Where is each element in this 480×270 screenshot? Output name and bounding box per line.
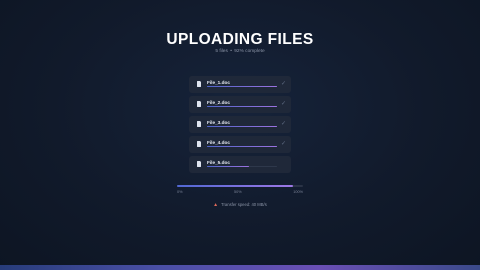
rocket-icon: ▲	[213, 202, 219, 208]
file-name: File_2.doc	[207, 99, 230, 105]
file-name: File_1.doc	[207, 79, 230, 85]
file-card[interactable]: File_5.doc	[189, 156, 291, 173]
file-card[interactable]: File_4.doc ✓	[189, 136, 291, 153]
transfer-speed-text: Transfer speed: 40 MB/s	[221, 202, 267, 207]
file-progress-track	[207, 106, 277, 108]
complete-percent: 92% complete	[234, 49, 265, 54]
file-name: File_3.doc	[207, 119, 230, 125]
document-icon	[197, 161, 201, 167]
check-icon: ✓	[280, 101, 286, 107]
document-icon	[197, 81, 201, 87]
file-progress-fill	[207, 86, 277, 88]
file-list: File_1.doc ✓ File_2.doc ✓ File_3.doc ✓ F…	[189, 76, 291, 176]
file-progress-track	[207, 126, 277, 128]
tick-label-mid: 50%	[234, 190, 242, 194]
document-icon	[197, 101, 201, 107]
upload-summary: 5 files • 92% complete	[0, 49, 480, 54]
file-progress-track	[207, 86, 277, 88]
file-card[interactable]: File_3.doc ✓	[189, 116, 291, 133]
transfer-speed: ▲ Transfer speed: 40 MB/s	[0, 202, 480, 208]
file-progress-fill	[207, 126, 277, 128]
overall-progress-track	[177, 185, 303, 187]
bottom-accent-bar	[0, 265, 480, 270]
tick-label-end: 100%	[293, 190, 303, 194]
file-progress-fill	[207, 166, 249, 168]
file-progress-fill	[207, 106, 277, 108]
file-name: File_4.doc	[207, 139, 230, 145]
overall-progress-fill	[177, 185, 293, 187]
file-progress-track	[207, 146, 277, 148]
document-icon	[197, 121, 201, 127]
check-icon: ✓	[280, 121, 286, 127]
file-progress-fill	[207, 146, 277, 148]
file-progress-track	[207, 166, 277, 168]
document-icon	[197, 141, 201, 147]
separator-dot: •	[230, 49, 232, 54]
tick-label-start: 0%	[177, 190, 183, 194]
file-count: 5 files	[215, 49, 228, 54]
check-icon: ✓	[280, 141, 286, 147]
file-name: File_5.doc	[207, 159, 230, 165]
page-title: UPLOADING FILES	[166, 31, 314, 48]
check-icon: ✓	[280, 81, 286, 87]
file-card[interactable]: File_2.doc ✓	[189, 96, 291, 113]
file-card[interactable]: File_1.doc ✓	[189, 76, 291, 93]
